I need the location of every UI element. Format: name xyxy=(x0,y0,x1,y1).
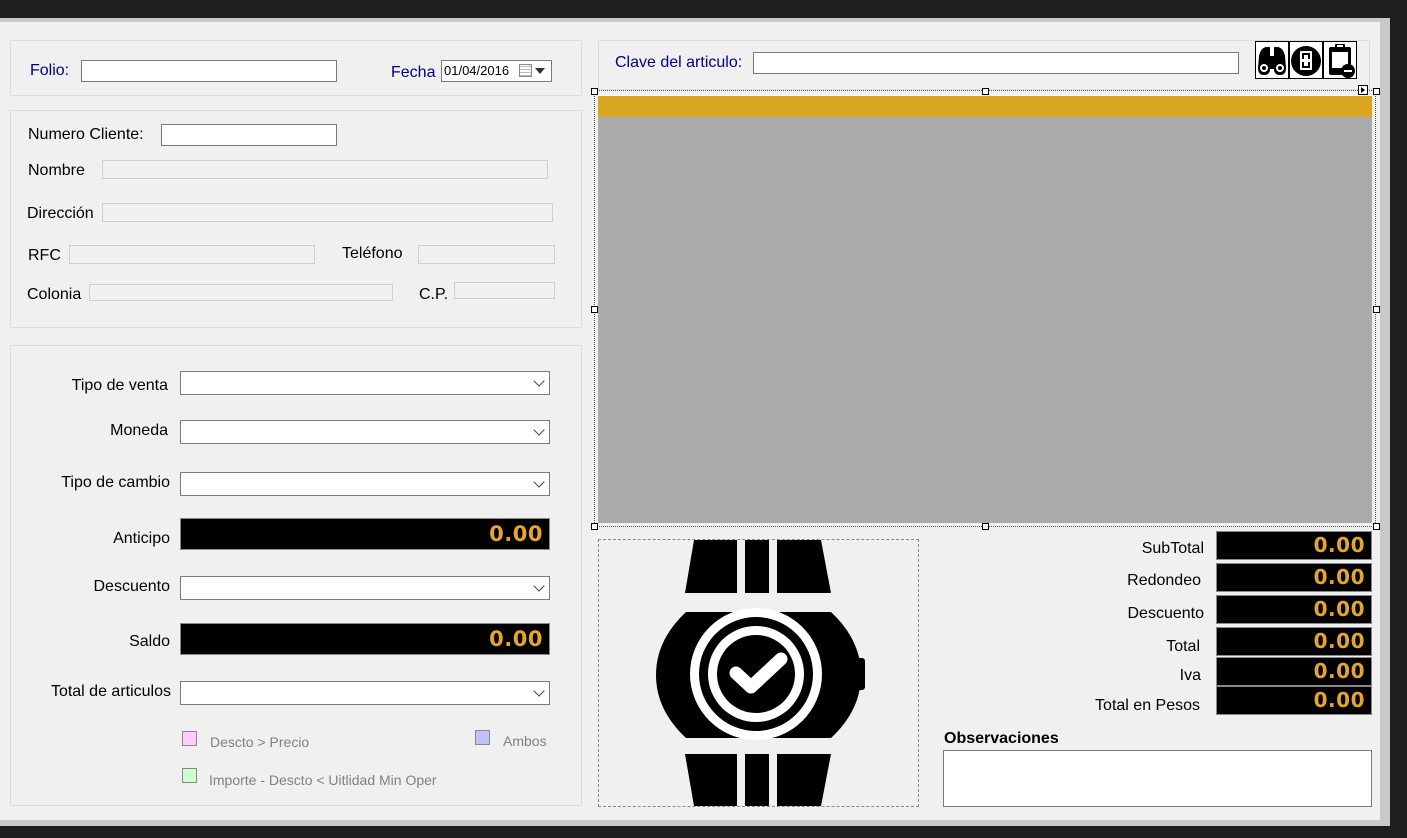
resize-handle-w[interactable] xyxy=(591,306,598,313)
total-field[interactable]: 0.00 xyxy=(1216,627,1372,656)
direccion-field[interactable] xyxy=(102,203,553,222)
anticipo-field[interactable]: 0.00 xyxy=(180,518,550,550)
moneda-label: Moneda xyxy=(110,422,168,439)
moneda-select[interactable] xyxy=(180,420,550,444)
add-icon xyxy=(1291,46,1321,76)
importe-swatch xyxy=(182,768,197,783)
total-articulos-select[interactable] xyxy=(180,681,550,705)
chevron-down-icon[interactable] xyxy=(533,580,545,592)
telefono-field[interactable] xyxy=(418,245,555,264)
rfc-field[interactable] xyxy=(69,245,315,264)
colonia-label: Colonia xyxy=(27,286,82,303)
observaciones-label: Observaciones xyxy=(944,730,1059,747)
colonia-field[interactable] xyxy=(89,284,393,301)
tipo-venta-label: Tipo de venta xyxy=(71,377,168,394)
chevron-down-icon[interactable] xyxy=(535,68,545,74)
calendar-icon[interactable] xyxy=(519,64,532,77)
subtotal-label: SubTotal xyxy=(1141,540,1204,557)
iva-label: Iva xyxy=(1179,667,1201,684)
saldo-label: Saldo xyxy=(129,633,170,650)
ambos-label: Ambos xyxy=(503,733,547,749)
clave-articulo-label: Clave del articulo: xyxy=(615,54,743,71)
descto-precio-label: Descto > Precio xyxy=(210,734,310,750)
fecha-value: 01/04/2016 xyxy=(444,63,510,78)
binoculars-icon xyxy=(1258,47,1286,75)
clave-articulo-input[interactable] xyxy=(753,52,1239,74)
numero-cliente-input[interactable] xyxy=(161,124,337,146)
articulos-grid[interactable] xyxy=(598,95,1372,523)
saldo-field[interactable]: 0.00 xyxy=(180,623,550,655)
resize-handle-e[interactable] xyxy=(1373,306,1380,313)
total-label: Total xyxy=(1166,638,1200,655)
tipo-cambio-label: Tipo de cambio xyxy=(61,474,170,491)
articulo-image-box xyxy=(598,539,919,807)
subtotal-field[interactable]: 0.00 xyxy=(1216,531,1372,560)
descto-precio-swatch xyxy=(182,731,197,746)
folio-label: Folio: xyxy=(30,62,70,79)
total-pesos-field[interactable]: 0.00 xyxy=(1216,686,1372,715)
telefono-label: Teléfono xyxy=(342,245,403,262)
resize-handle-se[interactable] xyxy=(1373,523,1380,530)
articulo-toolbar xyxy=(1255,41,1359,81)
rfc-label: RFC xyxy=(28,247,61,264)
iva-field[interactable]: 0.00 xyxy=(1216,657,1372,686)
numero-cliente-label: Numero Cliente: xyxy=(28,126,144,143)
resize-handle-ne[interactable] xyxy=(1373,88,1380,95)
fecha-datepicker[interactable]: 01/04/2016 xyxy=(441,60,552,82)
cp-label: C.P. xyxy=(419,286,449,303)
search-articulo-button[interactable] xyxy=(1255,41,1289,79)
nombre-label: Nombre xyxy=(28,162,85,179)
observaciones-input[interactable] xyxy=(943,750,1372,807)
total-pesos-label: Total en Pesos xyxy=(1095,697,1200,714)
ambos-swatch xyxy=(475,730,490,745)
add-articulo-button[interactable] xyxy=(1289,41,1323,79)
resize-handle-sw[interactable] xyxy=(591,523,598,530)
cp-field[interactable] xyxy=(454,282,555,299)
tipo-cambio-select[interactable] xyxy=(180,472,550,496)
folio-input[interactable] xyxy=(81,60,337,82)
chevron-down-icon[interactable] xyxy=(533,375,545,387)
redondeo-label: Redondeo xyxy=(1127,572,1201,589)
descuento-label: Descuento xyxy=(93,578,171,595)
descuento-total-label: Descuento xyxy=(1127,605,1205,622)
anticipo-label: Anticipo xyxy=(113,530,170,547)
redondeo-field[interactable]: 0.00 xyxy=(1216,563,1372,592)
clipboard-remove-icon xyxy=(1329,44,1355,78)
descuento-total-field[interactable]: 0.00 xyxy=(1216,595,1372,624)
resize-handle-n[interactable] xyxy=(982,88,989,95)
tipo-venta-select[interactable] xyxy=(180,371,550,395)
chevron-down-icon[interactable] xyxy=(533,685,545,697)
smart-tag-icon[interactable] xyxy=(1358,85,1368,95)
chevron-down-icon[interactable] xyxy=(533,476,545,488)
chevron-down-icon[interactable] xyxy=(533,424,545,436)
resize-handle-s[interactable] xyxy=(982,523,989,530)
remove-articulo-button[interactable] xyxy=(1323,41,1357,79)
total-articulos-label: Total de articulos xyxy=(50,683,171,700)
nombre-field[interactable] xyxy=(102,160,548,179)
direccion-label: Dirección xyxy=(27,205,94,222)
fecha-label: Fecha xyxy=(391,64,436,81)
resize-handle-nw[interactable] xyxy=(591,88,598,95)
watch-icon xyxy=(656,540,865,806)
importe-label: Importe - Descto < Uitlidad Min Oper xyxy=(209,772,437,788)
grid-header[interactable] xyxy=(598,95,1372,117)
sales-form: Folio: Fecha 01/04/2016 Numero Cliente: … xyxy=(0,22,1380,820)
descuento-select[interactable] xyxy=(180,576,550,600)
